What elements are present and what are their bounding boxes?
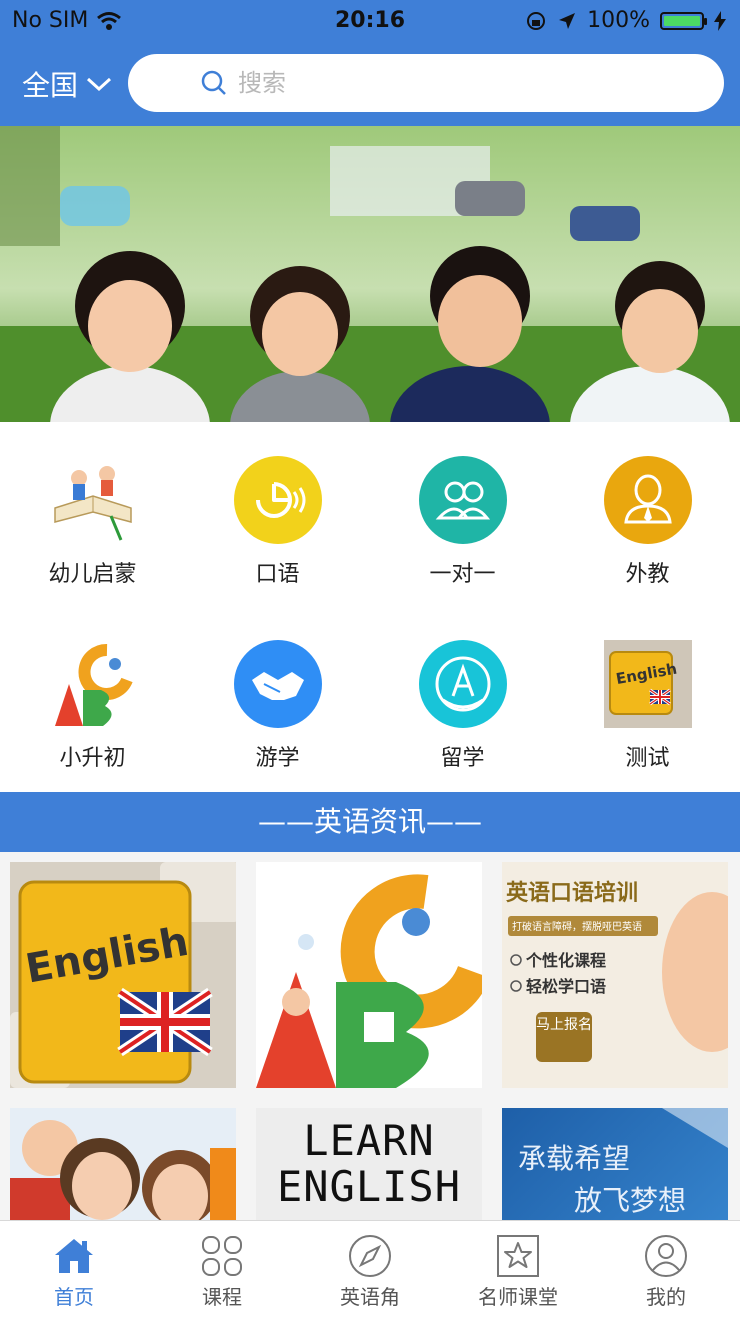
news-item[interactable]: 承载希望 放飞梦想	[502, 1108, 728, 1220]
tab-label: 首页	[54, 1285, 94, 1309]
category-primary-to-middle[interactable]: 小升初	[0, 640, 185, 772]
category-label: 口语	[255, 562, 300, 587]
news-ad-button: 马上报名	[536, 1017, 592, 1033]
tab-english-corner[interactable]: 英语角	[296, 1221, 444, 1317]
category-label: 游学	[255, 746, 300, 771]
news-ad-title: 英语口语培训	[506, 880, 638, 906]
category-label: 留学	[440, 746, 485, 771]
rotation-lock-icon	[527, 11, 546, 30]
search-icon	[201, 70, 226, 95]
charging-icon	[714, 10, 726, 31]
hope-line-2: 放飞梦想	[574, 1184, 686, 1217]
bottom-tab-bar: 首页 课程 英语角 名师课堂 我的	[0, 1220, 740, 1317]
tab-courses[interactable]: 课程	[148, 1221, 296, 1317]
news-item[interactable]	[10, 1108, 236, 1220]
english-keyboard-image: English	[10, 862, 236, 1088]
tab-master-class[interactable]: 名师课堂	[444, 1221, 592, 1317]
children-on-grass-photo	[0, 126, 740, 422]
star-box-icon	[497, 1235, 539, 1277]
english-news-header: ——英语资讯——	[0, 792, 740, 852]
category-foreign-teacher[interactable]: 外教	[555, 456, 740, 588]
category-label: 一对一	[429, 562, 496, 587]
abc-icon	[48, 640, 137, 728]
learn-english-image: LEARN ENGLISH	[256, 1108, 482, 1220]
category-study-abroad[interactable]: 留学	[370, 640, 555, 772]
category-grid: 幼儿启蒙 口语 一对一 外教 小升初 游学 留学 English 测试	[0, 422, 740, 792]
speech-icon	[233, 456, 322, 544]
compass-icon	[349, 1235, 391, 1277]
category-study-tour[interactable]: 游学	[185, 640, 370, 772]
battery-icon	[660, 11, 707, 30]
news-item[interactable]: English	[10, 862, 236, 1088]
top-nav-bar: 全国	[0, 44, 740, 126]
news-item[interactable]: 英语口语培训 打破语言障碍，摆脱哑巴英语 个性化课程 轻松学口语 马上报名	[502, 862, 728, 1088]
kids-book-icon	[53, 466, 132, 541]
search-input[interactable]	[236, 68, 640, 98]
status-bar: No SIM 20:16 100%	[0, 0, 740, 44]
grid-icon	[202, 1236, 242, 1276]
tab-label: 名师课堂	[478, 1285, 558, 1309]
search-bar[interactable]	[128, 54, 724, 112]
chevron-down-icon	[87, 77, 112, 92]
news-item[interactable]: LEARN ENGLISH	[256, 1108, 482, 1220]
category-label: 幼儿启蒙	[48, 562, 137, 587]
abc-kids-image	[256, 862, 482, 1088]
hope-line-1: 承载希望	[518, 1142, 630, 1175]
hope-dream-image: 承载希望 放飞梦想	[502, 1108, 728, 1220]
category-speaking[interactable]: 口语	[185, 456, 370, 588]
news-ad-subtitle: 打破语言障碍，摆脱哑巴英语	[512, 920, 642, 933]
category-label: 测试	[625, 746, 670, 771]
english-key-icon: English	[603, 640, 692, 728]
news-ad-point: 个性化课程	[525, 951, 606, 970]
category-one-on-one[interactable]: 一对一	[370, 456, 555, 588]
banner-carousel[interactable]	[0, 126, 740, 422]
user-icon	[645, 1235, 687, 1277]
graduation-icon	[418, 640, 507, 728]
teacher-icon	[603, 456, 692, 544]
battery-percent: 100%	[587, 8, 650, 33]
happy-kids-image	[10, 1108, 236, 1220]
two-people-icon	[418, 456, 507, 544]
learn-english-text: LEARN ENGLISH	[276, 1118, 461, 1211]
news-item[interactable]	[256, 862, 482, 1088]
home-icon	[55, 1239, 93, 1273]
location-icon	[559, 12, 576, 29]
tab-label: 我的	[646, 1285, 686, 1309]
tab-home[interactable]: 首页	[0, 1221, 148, 1317]
tab-mine[interactable]: 我的	[592, 1221, 740, 1317]
region-label: 全国	[22, 69, 79, 102]
category-label: 小升初	[59, 746, 126, 771]
handshake-icon	[233, 640, 322, 728]
category-kids-enlightenment[interactable]: 幼儿启蒙	[0, 456, 185, 588]
category-test[interactable]: English 测试	[555, 640, 740, 772]
region-selector[interactable]: 全国	[22, 64, 112, 104]
tab-label: 课程	[202, 1285, 242, 1309]
category-label: 外教	[625, 562, 670, 587]
tab-label: 英语角	[340, 1285, 400, 1309]
news-ad-point: 轻松学口语	[526, 977, 606, 996]
oral-english-ad-image: 英语口语培训 打破语言障碍，摆脱哑巴英语 个性化课程 轻松学口语 马上报名	[502, 862, 728, 1088]
news-grid: English 英语口语培训 打破语言障碍，摆脱哑巴英语 个性化课程 轻松学口语…	[0, 852, 740, 1220]
